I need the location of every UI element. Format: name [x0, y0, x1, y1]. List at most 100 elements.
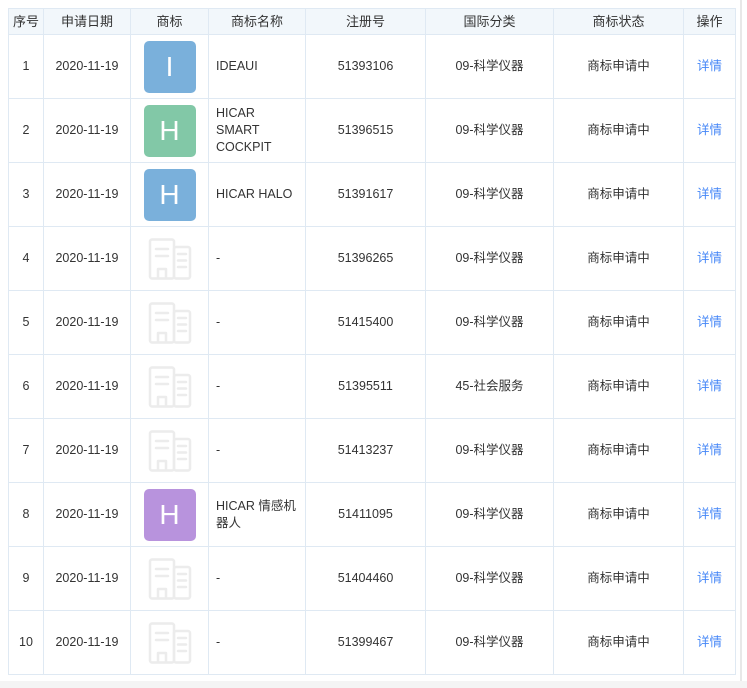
- detail-link[interactable]: 详情: [697, 507, 722, 521]
- cell-logo: H: [131, 483, 209, 547]
- table-row: 12020-11-19IIDEAUI5139310609-科学仪器商标申请中详情: [9, 35, 736, 99]
- cell-reg-no: 51393106: [306, 35, 426, 99]
- table-row: 92020-11-19-5140446009-科学仪器商标申请中详情: [9, 547, 736, 611]
- cell-serial: 1: [9, 35, 44, 99]
- cell-status: 商标申请中: [554, 227, 684, 291]
- detail-link[interactable]: 详情: [697, 251, 722, 265]
- trademark-letter-badge: H: [144, 169, 196, 221]
- trademark-table: 序号申请日期商标商标名称注册号国际分类商标状态操作 12020-11-19IID…: [8, 8, 736, 675]
- table-row: 82020-11-19HHICAR 情感机器人5141109509-科学仪器商标…: [9, 483, 736, 547]
- cell-name: HICAR SMART COCKPIT: [209, 99, 306, 163]
- cell-serial: 8: [9, 483, 44, 547]
- cell-status: 商标申请中: [554, 99, 684, 163]
- trademark-placeholder: [135, 238, 204, 280]
- cell-name: -: [209, 291, 306, 355]
- detail-link[interactable]: 详情: [697, 123, 722, 137]
- cell-reg-no: 51399467: [306, 611, 426, 675]
- page-bottom-strip: [0, 681, 747, 688]
- cell-class: 09-科学仪器: [426, 227, 554, 291]
- cell-reg-no: 51413237: [306, 419, 426, 483]
- cell-action: 详情: [684, 419, 736, 483]
- cell-status: 商标申请中: [554, 547, 684, 611]
- column-header-name: 商标名称: [209, 9, 306, 35]
- building-icon: [147, 366, 193, 408]
- cell-reg-no: 51396515: [306, 99, 426, 163]
- cell-status: 商标申请中: [554, 355, 684, 419]
- cell-name: IDEAUI: [209, 35, 306, 99]
- cell-class: 09-科学仪器: [426, 483, 554, 547]
- cell-name: -: [209, 227, 306, 291]
- detail-link[interactable]: 详情: [697, 315, 722, 329]
- cell-date: 2020-11-19: [44, 483, 131, 547]
- detail-link[interactable]: 详情: [697, 379, 722, 393]
- building-icon: [147, 558, 193, 600]
- cell-logo: [131, 227, 209, 291]
- column-header-logo: 商标: [131, 9, 209, 35]
- cell-action: 详情: [684, 227, 736, 291]
- building-icon: [147, 622, 193, 664]
- column-header-action: 操作: [684, 9, 736, 35]
- cell-class: 09-科学仪器: [426, 419, 554, 483]
- table-row: 72020-11-19-5141323709-科学仪器商标申请中详情: [9, 419, 736, 483]
- cell-reg-no: 51411095: [306, 483, 426, 547]
- cell-action: 详情: [684, 611, 736, 675]
- cell-status: 商标申请中: [554, 483, 684, 547]
- cell-date: 2020-11-19: [44, 611, 131, 675]
- cell-serial: 4: [9, 227, 44, 291]
- cell-action: 详情: [684, 547, 736, 611]
- scrollbar-track[interactable]: [740, 0, 742, 688]
- cell-serial: 7: [9, 419, 44, 483]
- cell-status: 商标申请中: [554, 611, 684, 675]
- cell-reg-no: 51391617: [306, 163, 426, 227]
- building-icon: [147, 302, 193, 344]
- cell-date: 2020-11-19: [44, 419, 131, 483]
- trademark-letter-badge: H: [144, 489, 196, 541]
- cell-logo: [131, 291, 209, 355]
- cell-date: 2020-11-19: [44, 35, 131, 99]
- cell-serial: 3: [9, 163, 44, 227]
- cell-logo: [131, 419, 209, 483]
- cell-action: 详情: [684, 99, 736, 163]
- cell-class: 09-科学仪器: [426, 99, 554, 163]
- cell-class: 09-科学仪器: [426, 547, 554, 611]
- column-header-status: 商标状态: [554, 9, 684, 35]
- trademark-placeholder: [135, 558, 204, 600]
- detail-link[interactable]: 详情: [697, 635, 722, 649]
- table-header-row: 序号申请日期商标商标名称注册号国际分类商标状态操作: [9, 9, 736, 35]
- cell-logo: [131, 611, 209, 675]
- cell-logo: [131, 355, 209, 419]
- trademark-placeholder: [135, 430, 204, 472]
- trademark-letter-badge: H: [144, 105, 196, 157]
- cell-logo: H: [131, 99, 209, 163]
- cell-date: 2020-11-19: [44, 547, 131, 611]
- trademark-placeholder: [135, 366, 204, 408]
- table-row: 62020-11-19-5139551145-社会服务商标申请中详情: [9, 355, 736, 419]
- building-icon: [147, 430, 193, 472]
- trademark-letter-badge: I: [144, 41, 196, 93]
- cell-logo: I: [131, 35, 209, 99]
- column-header-date: 申请日期: [44, 9, 131, 35]
- detail-link[interactable]: 详情: [697, 59, 722, 73]
- cell-class: 09-科学仪器: [426, 291, 554, 355]
- cell-date: 2020-11-19: [44, 355, 131, 419]
- trademark-placeholder: [135, 302, 204, 344]
- cell-date: 2020-11-19: [44, 163, 131, 227]
- cell-date: 2020-11-19: [44, 99, 131, 163]
- cell-reg-no: 51396265: [306, 227, 426, 291]
- cell-status: 商标申请中: [554, 419, 684, 483]
- cell-status: 商标申请中: [554, 35, 684, 99]
- cell-action: 详情: [684, 35, 736, 99]
- cell-serial: 5: [9, 291, 44, 355]
- cell-reg-no: 51415400: [306, 291, 426, 355]
- detail-link[interactable]: 详情: [697, 443, 722, 457]
- cell-serial: 6: [9, 355, 44, 419]
- cell-logo: H: [131, 163, 209, 227]
- table-row: 22020-11-19HHICAR SMART COCKPIT513965150…: [9, 99, 736, 163]
- cell-logo: [131, 547, 209, 611]
- trademark-placeholder: [135, 622, 204, 664]
- table-row: 102020-11-19-5139946709-科学仪器商标申请中详情: [9, 611, 736, 675]
- detail-link[interactable]: 详情: [697, 571, 722, 585]
- detail-link[interactable]: 详情: [697, 187, 722, 201]
- building-icon: [147, 238, 193, 280]
- cell-action: 详情: [684, 355, 736, 419]
